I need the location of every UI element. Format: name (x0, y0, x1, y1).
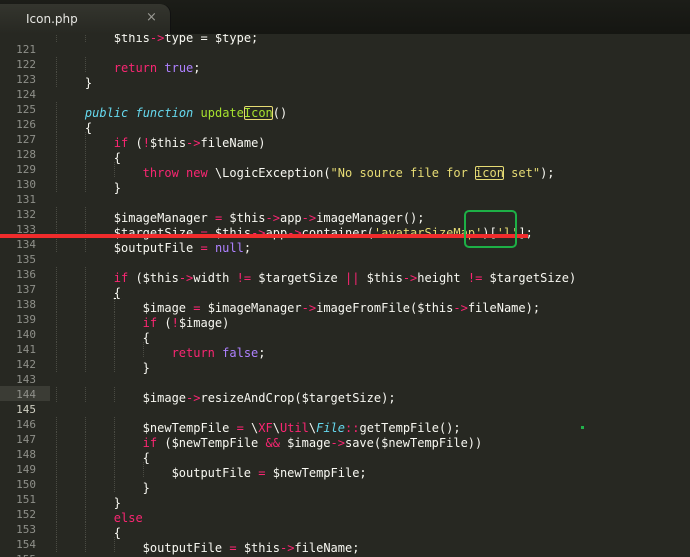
line-number-131: 131 (16, 193, 36, 206)
code-line-141: { (56, 327, 150, 345)
code-line-154: { (56, 522, 121, 540)
tab-icon-php[interactable]: Icon.php × (0, 4, 170, 34)
green-annotation-box (464, 210, 517, 248)
code-line-135: $outputFile = null; (56, 237, 251, 255)
line-number-129: 129 (16, 163, 36, 176)
code-line-128: if (!$this->fileName) (56, 132, 266, 150)
code-line-123: return true; (56, 57, 201, 75)
code-line-147: $newTempFile = \XF\Util\File::getTempFil… (56, 417, 461, 435)
code-line-124: } (56, 72, 92, 90)
line-number-121: 121 (16, 43, 36, 56)
red-annotation-line (0, 234, 528, 238)
code-line-140: if (!$image) (56, 312, 229, 330)
line-number-125: 125 (16, 103, 36, 116)
line-number-143: 143 (16, 373, 36, 386)
line-number-138: 138 (16, 298, 36, 311)
code-line-127: { (56, 117, 92, 135)
line-number-126: 126 (16, 118, 36, 131)
line-number-134: 134 (16, 238, 36, 251)
code-line-148: if ($newTempFile && $image->save($newTem… (56, 432, 482, 450)
code-line-150: $outputFile = $newTempFile; (56, 462, 367, 480)
close-icon[interactable]: × (146, 10, 160, 26)
code-editor[interactable]: 121 122 123 124 125 126 127 128 129 130 131 132 133 1… (0, 34, 690, 557)
line-number-130: 130 (16, 178, 36, 191)
line-number-144: 144 (16, 388, 36, 401)
line-number-151: 151 (16, 493, 36, 506)
line-number-139: 139 (16, 313, 36, 326)
line-number-142: 142 (16, 358, 36, 371)
line-number-148: 148 (16, 448, 36, 461)
code-line-142: return false; (56, 342, 266, 360)
line-number-124: 124 (16, 88, 36, 101)
line-number-132: 132 (16, 208, 36, 221)
code-line-133: $imageManager = $this->app->imageManager… (56, 207, 425, 225)
code-line-131: } (56, 177, 121, 195)
tab-bar: Icon.php × (0, 0, 690, 34)
code-area[interactable]: $this->type = $type; return true; } publ… (56, 34, 690, 557)
code-line-138: { (56, 282, 121, 300)
code-line-151: } (56, 477, 150, 495)
line-number-145: 145 (16, 403, 36, 416)
search-match-icon: Icon (243, 106, 273, 120)
line-number-147: 147 (16, 433, 36, 446)
line-number-135: 135 (16, 253, 36, 266)
code-line-121: $this->type = $type; (56, 34, 258, 45)
tab-title: Icon.php (26, 12, 78, 26)
line-number-122: 122 (16, 58, 36, 71)
code-line-153: else (56, 507, 143, 525)
code-line-129: { (56, 147, 121, 165)
line-number-146: 146 (16, 418, 36, 431)
code-line-137: if ($this->width != $targetSize || $this… (56, 267, 576, 285)
line-number-150: 150 (16, 478, 36, 491)
line-number-141: 141 (16, 343, 36, 356)
line-number-128: 128 (16, 148, 36, 161)
line-number-gutter: 121 122 123 124 125 126 127 128 129 130 131 132 133 1… (0, 34, 50, 557)
code-line-145: $image->resizeAndCrop($targetSize); (56, 387, 396, 405)
line-number-127: 127 (16, 133, 36, 146)
search-match-icon-string: icon (475, 166, 504, 180)
line-number-136: 136 (16, 268, 36, 281)
line-number-154: 154 (16, 538, 36, 551)
code-line-155: $outputFile = $this->fileName; (56, 537, 359, 555)
code-line-126: public function updateIcon() (56, 102, 287, 120)
line-number-155: 155 (0, 552, 36, 557)
line-number-137: 137 (16, 283, 36, 296)
green-annotation-dot (581, 426, 584, 429)
code-line-149: { (56, 447, 150, 465)
line-number-149: 149 (16, 463, 36, 476)
code-line-143: } (56, 357, 150, 375)
line-number-140: 140 (16, 328, 36, 341)
line-number-153: 153 (16, 523, 36, 536)
code-line-139: $image = $imageManager->imageFromFile($t… (56, 297, 540, 315)
code-line-130: throw new \LogicException("No source fil… (56, 162, 555, 180)
line-number-123: 123 (16, 73, 36, 86)
line-number-152: 152 (16, 508, 36, 521)
code-line-152: } (56, 492, 121, 510)
